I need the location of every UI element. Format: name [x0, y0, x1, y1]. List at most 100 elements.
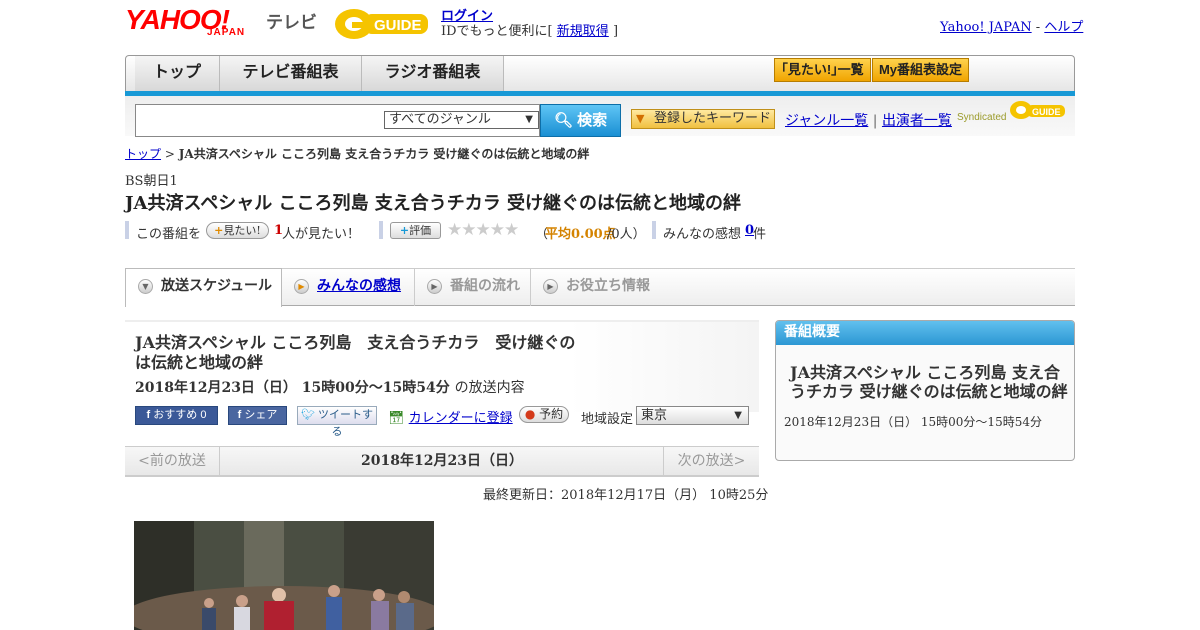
search-button-label: 検索: [577, 112, 608, 129]
facebook-recommend-button[interactable]: f おすすめ 0: [135, 406, 218, 425]
broadcast-pager: <前の放送 2018年12月23日（日） 次の放送>: [125, 446, 759, 477]
overview-datetime: 2018年12月23日（日） 15時00分～15時54分: [784, 415, 1042, 429]
tab-label: 番組の流れ: [450, 278, 520, 294]
area-select[interactable]: 東京 ▼: [636, 406, 749, 425]
tweet-label: ツイートする: [318, 409, 374, 438]
mitai-button[interactable]: +見たい!: [206, 222, 269, 239]
twitter-bird-icon: 🐦︎: [300, 409, 315, 421]
search-button[interactable]: 🔍︎ 検索: [540, 104, 621, 137]
signup-link[interactable]: 新規取得: [557, 24, 609, 39]
performer-list-link[interactable]: 出演者一覧: [882, 113, 952, 129]
calendar-icon: 📅︎: [388, 411, 405, 426]
genre-select[interactable]: すべてのジャンル ▼: [384, 111, 539, 129]
breadcrumb-current: JA共済スペシャル こころ列島 支え合うチカラ 受け継ぐのは伝統と地域の絆: [178, 147, 590, 161]
tab-program-flow[interactable]: ▶ 番組の流れ: [415, 269, 531, 306]
record-dot-icon: ●: [524, 407, 536, 421]
chevron-down-icon: ▼: [138, 279, 153, 294]
play-icon: ▶: [294, 279, 309, 294]
genre-list-link[interactable]: ジャンル一覧: [785, 113, 868, 129]
mitai-list-button[interactable]: ｢見たい!｣一覧: [774, 58, 871, 82]
comments-label: みんなの感想: [663, 227, 742, 242]
my-schedule-button[interactable]: My番組表設定: [872, 58, 969, 82]
registered-keyword-button[interactable]: ▼ 登録したキーワード: [631, 109, 775, 129]
area-label: 地域設定: [581, 412, 634, 427]
gguide-logo[interactable]: GUIDE: [334, 6, 432, 40]
play-icon: ▶: [543, 279, 558, 294]
breadcrumb: トップ > JA共済スペシャル こころ列島 支え合うチカラ 受け継ぐのは伝統と地…: [125, 145, 589, 162]
plus-icon: +: [399, 224, 410, 237]
facebook-share-button[interactable]: f シェア: [228, 406, 287, 425]
facebook-share-label: シェア: [244, 409, 278, 421]
program-photo: [134, 521, 434, 630]
facebook-icon: f: [146, 409, 151, 421]
rating-stars: ★★★★★: [447, 220, 519, 240]
program-title: JA共済スペシャル こころ列島 支え合うチカラ 受け継ぐのは伝統と地域の絆: [125, 193, 742, 214]
mitai-suffix: 人が見たい！: [282, 227, 361, 242]
top-links-sep: -: [1035, 20, 1041, 35]
login-prompt: IDでもっと便利に[ 新規取得 ]: [441, 20, 618, 39]
service-name: テレビ: [266, 13, 317, 32]
login-prompt-close: ]: [612, 24, 619, 39]
reserve-label: 予約: [539, 407, 564, 421]
search-icon: 🔍︎: [553, 112, 573, 129]
calendar-register: 📅︎ カレンダーに登録: [388, 407, 513, 426]
yahoo-japan-sublogo: JAPAN: [207, 27, 246, 38]
calendar-register-link[interactable]: カレンダーに登録: [409, 411, 513, 426]
nav-tab-tv-schedule[interactable]: テレビ番組表: [220, 56, 362, 91]
top-links: Yahoo! JAPAN - ヘルプ: [940, 16, 1083, 35]
tab-label[interactable]: みんなの感想: [317, 278, 401, 294]
facebook-recommend-label: おすすめ 0: [153, 409, 207, 421]
overview-title: JA共済スペシャル こころ列島 支え合うチカラ 受け継ぐのは伝統と地域の絆: [790, 363, 1068, 401]
station-name: BS朝日1: [125, 174, 178, 189]
plus-icon: +: [214, 224, 224, 237]
facebook-icon: f: [237, 409, 242, 421]
help-link[interactable]: ヘルプ: [1044, 20, 1083, 35]
next-broadcast-button[interactable]: 次の放送>: [663, 447, 759, 476]
meta-divider: [379, 221, 383, 239]
schedule-title: JA共済スペシャル こころ列島 支え合うチカラ 受け継ぐのは伝統と地域の絆: [135, 333, 576, 372]
gguide-small-logo: GUIDE: [1010, 101, 1066, 120]
schedule-datetime: 2018年12月23日（日） 15時00分～15時54分 の放送内容: [135, 377, 525, 397]
comments-suffix: 件: [753, 227, 767, 242]
average-score: 平均0.00点: [545, 227, 616, 242]
search-links: ジャンル一覧 | 出演者一覧: [785, 110, 952, 130]
search-links-divider: |: [872, 113, 878, 129]
overview-header: 番組概要: [776, 321, 1074, 345]
gguide-logo-text: GUIDE: [374, 17, 422, 34]
tab-useful-info[interactable]: ▶ お役立ち情報: [531, 269, 661, 306]
meta-divider: [652, 221, 656, 239]
registered-keyword-label: 登録したキーワード: [654, 111, 772, 126]
breadcrumb-top-link[interactable]: トップ: [125, 147, 161, 161]
main-nav: トップ テレビ番組表 ラジオ番組表 ｢見たい!｣一覧 My番組表設定: [125, 55, 1075, 91]
program-meta: この番組を +見たい! 1 人が見たい！ +評価 ★★★★★ （ 平均0.00点…: [125, 220, 825, 242]
mitai-button-label: 見たい!: [223, 224, 261, 237]
gguide-small-logo-text: GUIDE: [1032, 107, 1061, 117]
nav-tab-radio-schedule[interactable]: ラジオ番組表: [362, 56, 504, 91]
login-prompt-text: IDでもっと便利に[: [441, 24, 553, 39]
rate-button[interactable]: +評価: [390, 222, 441, 239]
prev-broadcast-button[interactable]: <前の放送: [125, 447, 220, 476]
this-program-label: この番組を: [136, 227, 202, 242]
content-tabs: ▼ 放送スケジュール ▶ みんなの感想 ▶ 番組の流れ ▶ お役立ち情報: [125, 268, 1075, 307]
tab-label: 放送スケジュール: [161, 278, 273, 294]
tab-broadcast-schedule[interactable]: ▼ 放送スケジュール: [125, 268, 282, 307]
last-updated: 最終更新日：2018年12月17日（月） 10時25分: [483, 488, 769, 503]
nav-tab-top[interactable]: トップ: [135, 56, 220, 91]
syndicated-badge: Syndicated GUIDE: [957, 101, 1067, 123]
play-icon: ▶: [427, 279, 442, 294]
area-select-value: 東京: [641, 408, 668, 423]
yahoo-japan-link[interactable]: Yahoo! JAPAN: [940, 20, 1032, 35]
schedule-datetime-suffix: の放送内容: [454, 380, 525, 396]
breadcrumb-sep: >: [164, 147, 175, 161]
chevron-down-icon: ▼: [734, 410, 742, 421]
chevron-down-icon: ▼: [525, 114, 533, 125]
average-count: /0人）: [607, 227, 646, 242]
tweet-button[interactable]: 🐦︎ ツイートする: [297, 406, 377, 438]
schedule-datetime-value: 2018年12月23日（日） 15時00分～15時54分: [135, 380, 450, 396]
meta-divider: [125, 221, 129, 239]
reserve-button[interactable]: ● 予約: [519, 406, 569, 423]
tab-everyone-comments[interactable]: ▶ みんなの感想: [282, 269, 415, 306]
syndicated-label: Syndicated: [957, 112, 1007, 123]
tab-label: お役立ち情報: [566, 278, 650, 294]
dropdown-arrow-icon: ▼: [636, 112, 645, 125]
